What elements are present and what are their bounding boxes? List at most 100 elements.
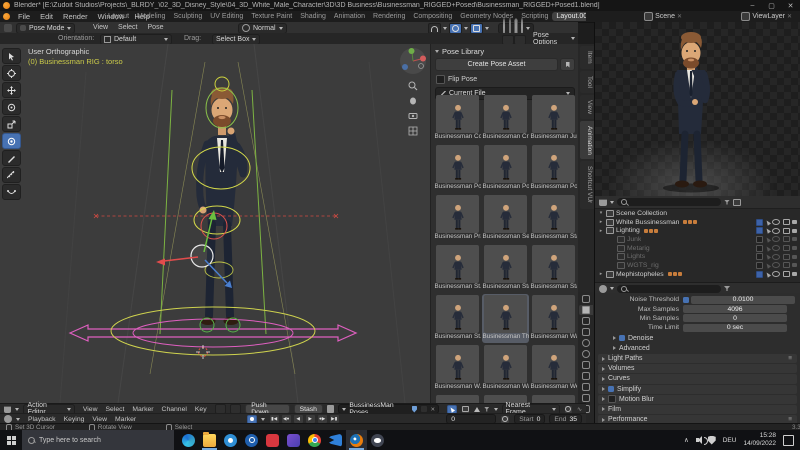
hide-viewport-icon[interactable]: [772, 236, 780, 242]
pose-asset[interactable]: Businessman Cr...: [482, 94, 529, 143]
keying-caret[interactable]: [261, 418, 265, 421]
taskbar-app[interactable]: [220, 430, 241, 450]
property-field[interactable]: Min Samples 0: [595, 314, 800, 323]
move-tool[interactable]: [2, 82, 21, 98]
pose-asset[interactable]: Businessman Wa: [482, 344, 529, 393]
snap-dropdown-caret[interactable]: [443, 27, 447, 30]
properties-tab-icon[interactable]: [579, 316, 593, 326]
hide-viewport-icon[interactable]: [772, 245, 780, 251]
transform-orientation-dropdown[interactable]: Normal: [238, 23, 287, 34]
taskbar-app[interactable]: [367, 430, 388, 450]
pose-options-dropdown[interactable]: Pose Options: [530, 34, 578, 43]
viewport-menu[interactable]: View: [88, 24, 113, 31]
property-section[interactable]: Light Paths ≡: [598, 354, 797, 363]
filter-icon[interactable]: [724, 200, 730, 205]
workspace-tab[interactable]: UV Editing: [206, 12, 247, 21]
workspace-tab[interactable]: Layout.001: [552, 12, 586, 21]
exclude-checkbox[interactable]: [756, 253, 763, 260]
property-value[interactable]: 0 sec: [683, 324, 787, 332]
workspace-tab[interactable]: Compositing: [409, 12, 456, 21]
taskbar-app[interactable]: [283, 430, 304, 450]
filter-funnel-icon[interactable]: [484, 407, 490, 412]
property-value[interactable]: 0: [683, 314, 787, 322]
disable-render-icon[interactable]: [792, 237, 797, 241]
properties-tab-icon[interactable]: [579, 393, 593, 403]
disable-render-icon[interactable]: [792, 229, 797, 233]
minimize-button[interactable]: –: [743, 2, 762, 10]
disable-viewport-icon[interactable]: [783, 262, 790, 268]
volume-icon[interactable]: [696, 438, 699, 442]
disable-render-icon[interactable]: [792, 272, 797, 276]
exclude-checkbox[interactable]: [756, 245, 763, 252]
zoom-view-icon[interactable]: [409, 82, 417, 90]
create-pose-asset-button[interactable]: Create Pose Asset: [435, 58, 558, 71]
camera-view-icon[interactable]: [409, 114, 417, 119]
workspace-tab[interactable]: Modeling: [133, 12, 169, 21]
property-field[interactable]: Time Limit 0 sec: [595, 323, 800, 332]
hide-viewport-icon[interactable]: [772, 254, 780, 260]
properties-caret[interactable]: [610, 287, 614, 290]
action-center-icon[interactable]: [783, 435, 794, 446]
pose-asset[interactable]: Businessman Poi...: [530, 144, 577, 193]
auto-ik-toggle-icon[interactable]: [514, 35, 526, 45]
outliner-row[interactable]: Junk: [595, 235, 800, 244]
workspace-tab[interactable]: Shading: [296, 12, 330, 21]
flip-pose-checkbox[interactable]: [436, 75, 445, 84]
scale-tool[interactable]: [2, 116, 21, 132]
sidebar-tab[interactable]: View: [580, 95, 594, 119]
maximize-button[interactable]: ▢: [762, 2, 781, 10]
property-field[interactable]: Max Samples 4096: [595, 304, 800, 313]
language-indicator[interactable]: DEU: [723, 437, 737, 444]
exclude-checkbox[interactable]: [756, 271, 763, 278]
disable-viewport-icon[interactable]: [783, 236, 790, 242]
disable-render-icon[interactable]: [792, 255, 797, 259]
fcurve-icon[interactable]: ∿: [577, 406, 582, 413]
viewport-3d[interactable]: User Orthographic (0) Businessman RIG : …: [0, 44, 430, 403]
properties-tab-icon[interactable]: [579, 305, 593, 315]
app-menu[interactable]: File: [13, 12, 35, 21]
proportional-dropdown-caret[interactable]: [464, 27, 468, 30]
app-menu[interactable]: Edit: [35, 12, 58, 21]
outliner-row[interactable]: ▸ Mephistopheles: [595, 270, 800, 279]
dopesheet-menu[interactable]: View: [79, 406, 102, 413]
pose-asset[interactable]: Businessman W...: [434, 344, 481, 393]
new-collection-icon[interactable]: [733, 199, 741, 206]
tray-expand-icon[interactable]: ∧: [684, 436, 689, 444]
disable-viewport-icon[interactable]: [783, 219, 790, 225]
property-section[interactable]: Denoise ≡: [609, 334, 797, 343]
outliner-row-root[interactable]: ▾ Scene Collection: [595, 209, 800, 218]
pose-asset[interactable]: Businessman We: [530, 344, 577, 393]
pose-asset[interactable]: Businessman Sta: [530, 244, 577, 293]
unlink-action-icon[interactable]: [431, 406, 436, 413]
properties-tab-icon[interactable]: [579, 327, 593, 337]
sidebar-tab[interactable]: Tool: [580, 71, 594, 93]
new-action-icon[interactable]: [420, 405, 427, 413]
disable-render-icon[interactable]: [792, 220, 797, 224]
hide-viewport-icon[interactable]: [772, 219, 780, 225]
property-field[interactable]: Noise Threshold 0.0100: [595, 295, 800, 304]
pose-asset[interactable]: [434, 394, 481, 403]
pose-asset[interactable]: Businessman Sta: [530, 194, 577, 243]
taskbar-app[interactable]: [325, 430, 346, 450]
workspace-tab[interactable]: Layout: [104, 12, 133, 21]
navigation-gizmo[interactable]: [400, 48, 426, 74]
outliner-row[interactable]: Lights: [595, 252, 800, 261]
scene-selector[interactable]: Scene ✕: [644, 12, 682, 21]
hide-viewport-icon[interactable]: [772, 228, 780, 234]
timeline-editor-icon[interactable]: [4, 415, 12, 423]
taskbar-app[interactable]: [346, 430, 367, 450]
errors-filter-icon[interactable]: [474, 407, 480, 412]
properties-editor-icon[interactable]: [599, 285, 607, 293]
pose-asset[interactable]: Businessman Ju...: [530, 94, 577, 143]
section-checkbox[interactable]: [608, 386, 614, 392]
sidebar-tab[interactable]: Item: [580, 46, 594, 69]
pose-asset[interactable]: Businessman Poi...: [482, 144, 529, 193]
section-checkbox[interactable]: [619, 335, 625, 341]
cursor-tool[interactable]: [2, 65, 21, 81]
exclude-checkbox[interactable]: [756, 236, 763, 243]
pose-specials-tool[interactable]: [2, 184, 21, 200]
taskbar-clock[interactable]: 15:28 14/09/2022: [743, 432, 776, 448]
property-checkbox[interactable]: [683, 297, 689, 303]
exclude-checkbox[interactable]: [756, 227, 763, 234]
selectable-icon[interactable]: [764, 262, 770, 268]
